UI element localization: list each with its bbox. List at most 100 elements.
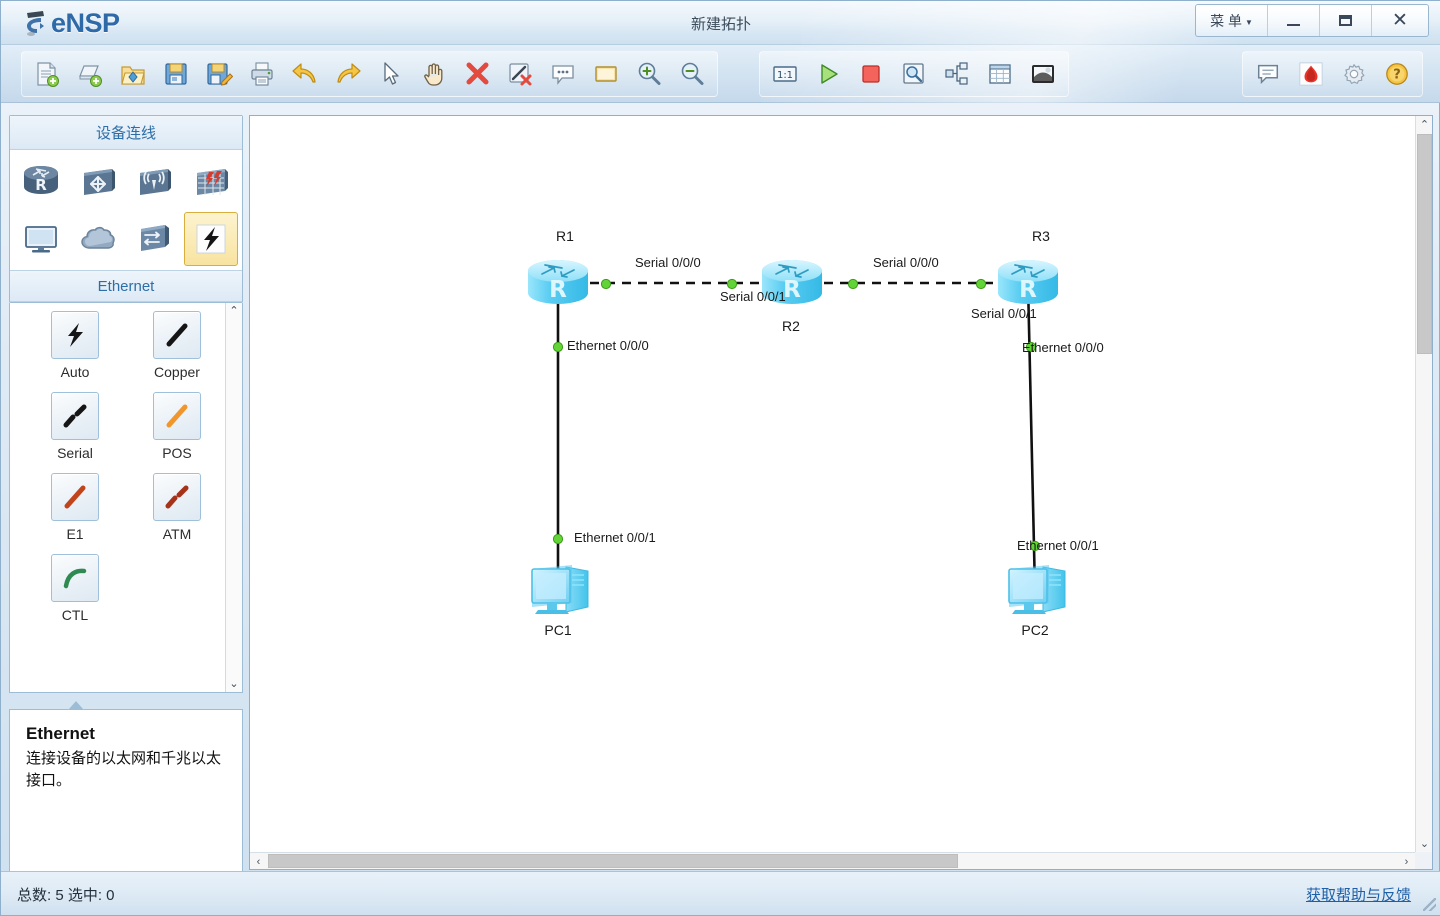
atm-cable-icon	[153, 473, 201, 521]
save-icon[interactable]	[157, 55, 195, 93]
cable-list-scrollbar[interactable]: ⌃ ⌄	[225, 303, 242, 692]
ctl-cable-icon	[51, 554, 99, 602]
description-tip	[68, 701, 84, 710]
e1-cable-icon	[51, 473, 99, 521]
topology-diagram: R Serial 0/0/0Serial 0/0/1Serial 0/0/0S	[527, 228, 1104, 638]
device-wlan[interactable]	[127, 156, 182, 210]
grid-icon[interactable]	[981, 55, 1019, 93]
start-device-icon[interactable]	[809, 55, 847, 93]
cable-serial[interactable]: Serial	[24, 392, 126, 469]
description-title: Ethernet	[26, 724, 95, 743]
cable-ctl[interactable]: CTL	[24, 554, 126, 631]
help-icon[interactable]: ?	[1378, 55, 1416, 93]
settings-gear-icon[interactable]	[1335, 55, 1373, 93]
toolbar-file-group	[21, 51, 718, 97]
cable-label: E1	[66, 526, 84, 542]
huawei-logo-icon[interactable]	[1292, 55, 1330, 93]
redo-icon[interactable]	[329, 55, 367, 93]
cable-label: POS	[162, 445, 192, 461]
scroll-up-icon[interactable]: ⌃	[1416, 116, 1433, 133]
window-controls: 菜 单 ▼ ✕	[1195, 4, 1429, 37]
new-topology-icon[interactable]	[28, 55, 66, 93]
close-button[interactable]: ✕	[1372, 5, 1428, 36]
undo-icon[interactable]	[286, 55, 324, 93]
interface-number-icon[interactable]: 1:1	[766, 55, 804, 93]
cable-atm[interactable]: ATM	[126, 473, 228, 550]
minimize-button[interactable]	[1268, 5, 1320, 36]
scroll-left-icon[interactable]: ‹	[250, 853, 267, 870]
node-pc2[interactable]	[1008, 564, 1066, 615]
scroll-down-icon[interactable]: ⌄	[1416, 835, 1433, 852]
left-sidebar: 设备连线 R Ethernet Auto Copper Serial POS E…	[9, 115, 243, 874]
node-label: PC1	[544, 622, 571, 638]
delete-icon[interactable]	[458, 55, 496, 93]
menu-button[interactable]: 菜 单 ▼	[1196, 5, 1268, 36]
screenshot-icon[interactable]	[1024, 55, 1062, 93]
open-folder-icon[interactable]	[114, 55, 152, 93]
select-cursor-icon[interactable]	[372, 55, 410, 93]
maximize-button[interactable]	[1320, 5, 1372, 36]
scroll-down-icon[interactable]: ⌄	[229, 676, 238, 692]
device-router[interactable]: R	[14, 156, 69, 210]
text-note-icon[interactable]	[544, 55, 582, 93]
description-text: 连接设备的以太网和千兆以太接口。	[26, 750, 222, 789]
device-switch[interactable]	[71, 156, 126, 210]
horizontal-scroll-thumb[interactable]	[268, 854, 958, 868]
cable-copper[interactable]: Copper	[126, 311, 228, 388]
comment-icon[interactable]	[1249, 55, 1287, 93]
node-r3[interactable]	[997, 259, 1059, 305]
delete-link-icon[interactable]	[501, 55, 539, 93]
save-as-icon[interactable]	[200, 55, 238, 93]
main-toolbar: 1:1 ?	[1, 45, 1440, 103]
cable-label: Copper	[154, 364, 200, 380]
link-status-dot	[726, 278, 738, 290]
help-feedback-link[interactable]: 获取帮助与反馈	[1306, 884, 1411, 905]
node-label: R3	[1032, 228, 1050, 244]
node-r1[interactable]	[527, 259, 589, 305]
ensp-main-window: eNSP 新建拓扑 菜 单 ▼ ✕ 1:1 ? 设备连线 R Ethernet …	[0, 0, 1440, 916]
new-device-icon[interactable]	[71, 55, 109, 93]
capture-packet-icon[interactable]	[895, 55, 933, 93]
svg-text:?: ?	[1393, 68, 1401, 83]
scroll-right-icon[interactable]: ›	[1398, 853, 1415, 870]
interface-label: Ethernet 0/0/1	[1017, 538, 1099, 553]
scroll-up-icon[interactable]: ⌃	[229, 303, 238, 319]
toolbar-right-group: ?	[1242, 51, 1423, 97]
device-custom[interactable]	[127, 212, 182, 266]
device-pc-terminal[interactable]	[14, 212, 69, 266]
cable-grid: Auto Copper Serial POS E1 ATM CTL	[10, 303, 242, 631]
resize-grip[interactable]	[1423, 898, 1436, 911]
canvas-horizontal-scrollbar[interactable]: ‹ ›	[250, 852, 1415, 869]
auto-cable-icon	[51, 311, 99, 359]
node-pc1[interactable]	[531, 564, 589, 615]
stop-device-icon[interactable]	[852, 55, 890, 93]
topology-canvas[interactable]: R Serial 0/0/0Serial 0/0/1Serial 0/0/0S	[250, 116, 1415, 852]
topology-tree-icon[interactable]	[938, 55, 976, 93]
node-label: R2	[782, 318, 800, 334]
title-bar: eNSP 新建拓扑 菜 单 ▼ ✕	[1, 1, 1440, 45]
interface-label: Serial 0/0/1	[971, 306, 1037, 321]
cable-e1[interactable]: E1	[24, 473, 126, 550]
zoom-out-icon[interactable]	[673, 55, 711, 93]
node-label: PC2	[1021, 622, 1048, 638]
selection-count: 总数: 5 选中: 0	[17, 887, 115, 904]
cable-label: Serial	[57, 445, 93, 461]
link-status-dot	[600, 278, 612, 290]
cable-group-title: Ethernet	[10, 270, 242, 302]
device-firewall[interactable]	[184, 156, 239, 210]
print-icon[interactable]	[243, 55, 281, 93]
device-connections[interactable]	[183, 212, 238, 266]
description-panel: Ethernet 连接设备的以太网和千兆以太接口。	[9, 701, 243, 874]
canvas-vertical-scrollbar[interactable]: ⌃ ⌄	[1415, 116, 1432, 852]
vertical-scroll-thumb[interactable]	[1417, 134, 1432, 354]
cable-pos[interactable]: POS	[126, 392, 228, 469]
interface-label: Ethernet 0/0/1	[574, 530, 656, 545]
scrollbar-corner	[1415, 852, 1432, 869]
zoom-in-icon[interactable]	[630, 55, 668, 93]
device-cloud[interactable]	[71, 212, 126, 266]
link-status-dot	[552, 533, 564, 545]
shape-rect-icon[interactable]	[587, 55, 625, 93]
pan-hand-icon[interactable]	[415, 55, 453, 93]
cable-label: ATM	[162, 526, 192, 542]
cable-auto[interactable]: Auto	[24, 311, 126, 388]
